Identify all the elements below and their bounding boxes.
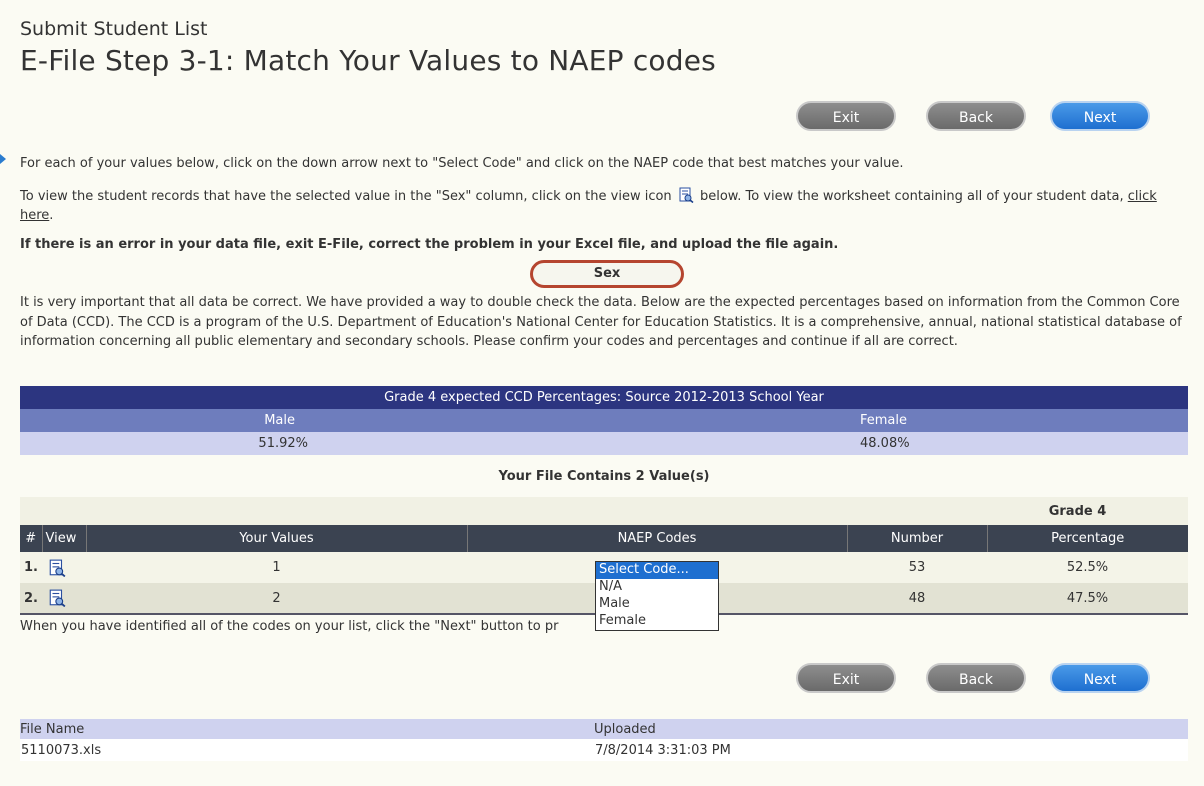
dropdown-option[interactable]: Select Code... [596,562,718,579]
instruction-end: . [49,208,54,223]
file-name: 5110073.xls [20,739,594,761]
back-button[interactable]: Back [926,101,1026,131]
col-header-number: Number [847,525,988,552]
files-header-uploaded: Uploaded [594,719,1188,739]
uploaded-files-table: File Name Uploaded 5110073.xls 7/8/2014 … [20,719,1188,761]
back-button-bottom[interactable]: Back [926,663,1026,693]
row-percentage: 52.5% [987,552,1188,583]
row-percentage: 47.5% [987,583,1188,615]
error-note: If there is an error in your data file, … [20,237,839,252]
instruction-line-1: For each of your values below, click on … [20,156,904,171]
grade-label: Grade 4 [847,497,1188,525]
row-number: 48 [847,583,987,615]
col-header-view: View [42,525,87,552]
ccd-col-female: Female [860,413,908,428]
dropdown-option[interactable]: N/A [596,579,718,596]
row-value: 2 [86,583,467,615]
view-records-icon[interactable] [48,559,66,577]
row-num: 2. [20,583,42,615]
next-button-bottom[interactable]: Next [1050,663,1150,693]
ccd-val-female: 48.08% [860,436,910,451]
col-header-percentage: Percentage [987,525,1188,552]
ccd-col-male: Male [264,413,295,428]
col-header-num: # [20,525,43,552]
instruction-line-2: To view the student records that have th… [20,187,1185,225]
exit-button[interactable]: Exit [796,101,896,131]
page-title: E-File Step 3-1: Match Your Values to NA… [20,44,716,77]
dropdown-option[interactable]: Male [596,596,718,613]
exit-button-bottom[interactable]: Exit [796,663,896,693]
field-label-sex: Sex [530,260,684,288]
instruction-text-b: below. To view the worksheet containing … [699,189,1124,204]
left-marker [0,154,6,164]
row-value: 1 [86,552,467,583]
row-num: 1. [20,552,42,583]
row-number: 53 [847,552,987,583]
view-records-icon[interactable] [48,589,66,608]
ccd-percentages-table: Grade 4 expected CCD Percentages: Source… [20,386,1188,455]
instruction-text-a: To view the student records that have th… [20,189,672,204]
ccd-note: It is very important that all data be co… [20,295,1182,349]
ccd-val-male: 51.92% [258,436,308,451]
dropdown-option[interactable]: Female [596,613,718,630]
page-subtitle: Submit Student List [20,18,208,40]
next-button[interactable]: Next [1050,101,1150,131]
ccd-table-title: Grade 4 expected CCD Percentages: Source… [384,390,824,405]
files-header-name: File Name [20,719,594,739]
col-header-naep-codes: NAEP Codes [467,525,848,552]
file-contains-label: Your File Contains 2 Value(s) [498,469,710,484]
col-header-your-values: Your Values [86,525,468,552]
view-icon [678,187,694,204]
file-uploaded: 7/8/2014 3:31:03 PM [594,739,1188,761]
naep-code-dropdown[interactable]: Select Code... N/A Male Female [595,561,719,631]
